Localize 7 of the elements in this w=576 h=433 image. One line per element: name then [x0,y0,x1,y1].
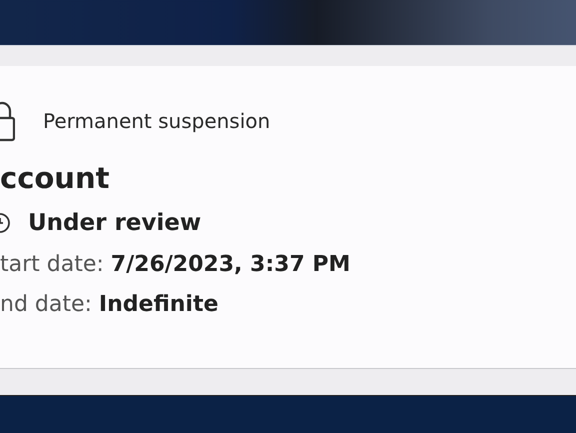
lock-icon [0,100,15,142]
section-title: ccount [0,160,110,196]
date-field: nd date: Indefinite [0,292,576,318]
date-field: tart date: 7/26/2023, 3:37 PM [0,252,576,278]
suspension-label: Permanent suspension [43,109,270,133]
clock-icon [0,211,10,235]
status-text: Under review [28,210,202,236]
